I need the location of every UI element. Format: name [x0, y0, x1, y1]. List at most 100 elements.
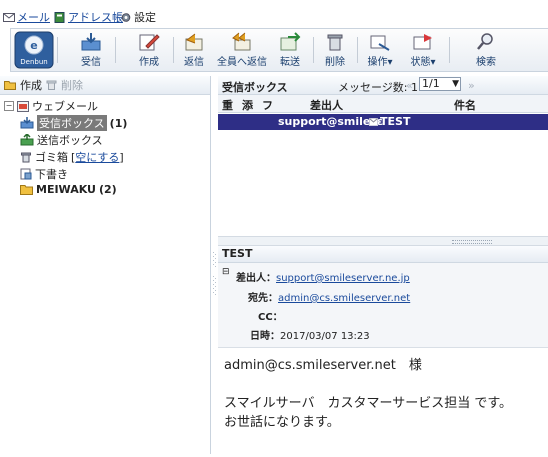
compose-icon [139, 34, 160, 51]
forward-label: 転送 [280, 57, 300, 68]
to-link[interactable]: admin@cs.smileserver.net [278, 293, 410, 304]
denbun-logo: e Denbun [14, 31, 54, 69]
denbun-logo-icon: e Denbun [14, 31, 54, 69]
receive-button[interactable]: 受信 [71, 30, 111, 70]
current-folder-title: 受信ボックス [222, 81, 288, 94]
top-nav: メール アドレス帳 設定 [0, 0, 548, 28]
receive-label: 受信 [81, 57, 101, 68]
body-line: admin@cs.smileserver.net 様 [224, 358, 422, 373]
folder-drafts[interactable]: 下書き [20, 166, 68, 182]
search-label: 検索 [476, 57, 496, 68]
folder-sent[interactable]: 送信ボックス [20, 132, 103, 148]
next-page-button[interactable]: » [468, 79, 475, 92]
svg-text:e: e [30, 39, 37, 52]
col-forward[interactable]: フ [262, 97, 273, 113]
nav-address-book-label: アドレス帳 [68, 11, 123, 24]
date-label: 日時： [250, 331, 280, 342]
flag-icon [413, 34, 432, 50]
vertical-splitter[interactable] [211, 246, 218, 454]
forward-button[interactable]: 転送 [273, 30, 307, 70]
page-select[interactable]: 1/1 ▼ [419, 77, 461, 91]
collapse-toggle[interactable]: − [4, 101, 14, 111]
status-label: 状態▾ [410, 57, 436, 68]
folder-trash[interactable]: ゴミ箱 [空にする] [20, 149, 124, 165]
cc-label: CC： [258, 312, 283, 323]
from-link[interactable]: support@smileserver.ne.jp [276, 273, 410, 284]
inbox-count-badge: (1) [109, 116, 128, 130]
svg-text:Denbun: Denbun [20, 58, 47, 66]
message-list-pane: 受信ボックス メッセージ数: 1 « 1/1 ▼ » 重 添 フ 差出人 件名 s… [218, 76, 548, 236]
operation-label: 操作▾ [367, 57, 393, 68]
search-icon [477, 33, 493, 50]
address-book-icon [54, 11, 65, 23]
status-button[interactable]: 状態▾ [403, 30, 443, 70]
toolbar: e Denbun 受信 作成 返信 全員へ返信 転送 削除 操作▾ 状態▾ 検索 [10, 28, 548, 72]
reply-all-label: 全員へ返信 [217, 57, 267, 68]
receive-icon [81, 33, 101, 51]
operation-button[interactable]: 操作▾ [361, 30, 399, 70]
message-list-header: 受信ボックス メッセージ数: 1 « 1/1 ▼ » [218, 76, 548, 95]
pane-splitter[interactable] [218, 236, 548, 246]
trash-icon [327, 34, 343, 51]
nav-address-book[interactable]: アドレス帳 [54, 9, 123, 25]
to-label: 宛先： [248, 293, 278, 304]
folder-custom-label: MEIWAKU [36, 183, 96, 196]
folder-inbox[interactable]: 受信ボックス (1) [20, 115, 127, 131]
compose-button[interactable]: 作成 [129, 30, 169, 70]
create-folder-button[interactable]: 作成 [20, 77, 42, 93]
delete-button[interactable]: 削除 [319, 30, 351, 70]
nav-mail[interactable]: メール [3, 9, 50, 25]
nav-settings-label: 設定 [134, 11, 156, 24]
col-subject[interactable]: 件名 [454, 97, 476, 113]
body-line: お世話になります。 [224, 415, 340, 430]
delete-label: 削除 [325, 57, 345, 68]
splitter-grip [452, 240, 492, 244]
empty-trash-label: 空にする [75, 151, 120, 164]
folder-icon [4, 81, 16, 90]
reply-label: 返信 [184, 57, 204, 68]
message-body: admin@cs.smileserver.net 様 スマイルサーバ カスタマー… [218, 348, 548, 432]
message-column-header: 重 添 フ 差出人 件名 [218, 95, 548, 113]
inbox-icon [20, 117, 34, 129]
gear-icon [121, 12, 131, 22]
folder-root[interactable]: − ウェブメール [4, 98, 98, 114]
empty-trash-link[interactable]: [空にする] [71, 149, 124, 165]
folder-root-label: ウェブメール [32, 100, 98, 113]
body-line: スマイルサーバ カスタマーサービス担当 です。 [224, 396, 513, 411]
message-preview: TEST ⊟ 差出人：support@smileserver.ne.jp 宛先：… [218, 246, 548, 454]
nav-settings[interactable]: 設定 [120, 9, 156, 25]
col-sender[interactable]: 差出人 [310, 97, 343, 113]
preview-headers: ⊟ 差出人：support@smileserver.ne.jp 宛先：admin… [218, 263, 548, 348]
collapse-headers-toggle[interactable]: ⊟ [222, 267, 230, 277]
nav-mail-label: メール [17, 11, 50, 24]
from-label: 差出人： [236, 273, 276, 284]
search-button[interactable]: 検索 [469, 30, 503, 70]
trash-icon [21, 152, 31, 163]
page-select-value: 1/1 [422, 77, 440, 90]
forward-icon [280, 32, 301, 51]
reply-all-button[interactable]: 全員へ返信 [215, 30, 269, 70]
folder-custom[interactable]: MEIWAKU (2) [20, 183, 117, 196]
operation-icon [370, 35, 390, 51]
col-attach[interactable]: 添 [242, 97, 253, 113]
preview-title: TEST [218, 246, 548, 263]
reply-button[interactable]: 返信 [179, 30, 209, 70]
folder-pane-header: 作成 削除 [0, 76, 210, 95]
reply-all-icon [232, 32, 251, 51]
drafts-icon [20, 168, 32, 180]
sent-icon [20, 134, 34, 146]
mail-icon [3, 12, 15, 22]
folder-inbox-label: 受信ボックス [37, 115, 107, 131]
table-row[interactable]: support@smilesε TEST [218, 114, 548, 130]
reply-icon [185, 33, 203, 51]
chevron-down-icon: ▼ [452, 79, 459, 89]
folder-sent-label: 送信ボックス [37, 134, 103, 147]
prev-page-button[interactable]: « [406, 79, 413, 92]
col-flag[interactable]: 重 [222, 97, 233, 113]
delete-folder-button[interactable]: 削除 [61, 77, 83, 93]
webmail-icon [17, 100, 29, 112]
folder-icon [20, 185, 33, 195]
splitter-grip [213, 252, 216, 295]
compose-label: 作成 [139, 57, 159, 68]
trash-icon [46, 80, 57, 90]
